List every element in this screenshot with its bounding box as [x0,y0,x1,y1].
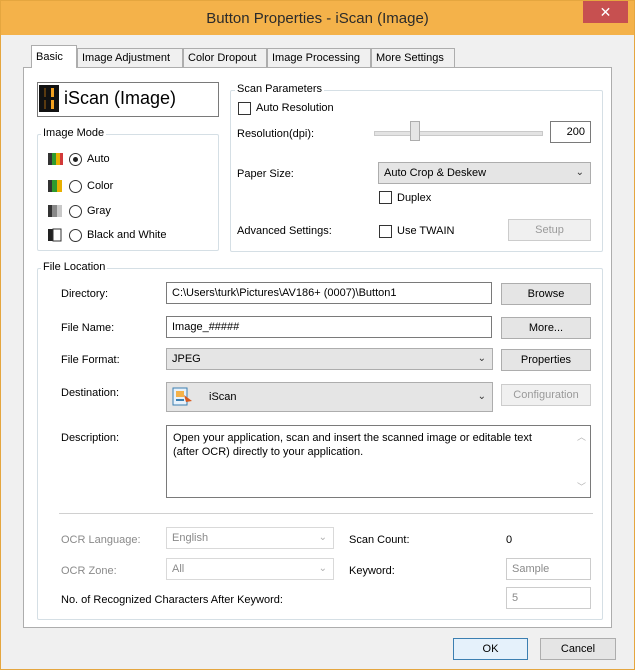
color-mode-icon [48,179,64,196]
destination-select[interactable]: iScan ⌄ [166,382,493,412]
bw-mode-icon [48,228,64,245]
button-name-label: iScan (Image) [64,88,177,108]
file-location-group-label: File Location [41,261,108,273]
keyword-label: Keyword: [349,565,395,577]
image-mode-group-label: Image Mode [41,127,107,139]
file-name-label: File Name: [61,322,115,334]
properties-button[interactable]: Properties [501,349,591,371]
image-mode-gray-label: Gray [87,205,111,217]
cancel-button[interactable]: Cancel [540,638,616,660]
configuration-button[interactable]: Configuration [501,384,591,406]
resolution-label: Resolution(dpi): [237,128,315,140]
tab-more-settings[interactable]: More Settings [371,48,455,67]
browse-button[interactable]: Browse [501,283,591,305]
recognized-characters-input[interactable]: 5 [506,587,591,609]
image-mode-color-radio[interactable] [69,180,82,193]
chevron-down-icon: ⌄ [575,167,584,178]
auto-resolution-label: Auto Resolution [256,102,334,114]
chevron-down-icon: ⌄ [318,563,327,574]
paper-size-label: Paper Size: [237,168,294,180]
file-format-select[interactable]: JPEG ⌄ [166,348,493,370]
window-title: Button Properties - iScan (Image) [206,10,429,27]
destination-label: Destination: [61,387,120,399]
duplex-checkbox[interactable] [379,191,392,204]
recognized-characters-label: No. of Recognized Characters After Keywo… [61,594,283,606]
image-mode-gray-radio[interactable] [69,205,82,218]
chevron-down-icon: ⌄ [477,353,486,364]
ocr-zone-label: OCR Zone: [61,565,117,577]
description-textarea[interactable]: Open your application, scan and insert t… [166,425,591,498]
image-mode-bw-label: Black and White [87,229,167,241]
description-label: Description: [61,432,120,444]
tab-basic[interactable]: Basic [31,45,77,68]
file-format-label: File Format: [61,354,120,366]
auto-resolution-checkbox[interactable] [238,102,251,115]
image-mode-auto-label: Auto [87,153,110,165]
advanced-settings-label: Advanced Settings: [237,225,332,237]
description-scrollbar[interactable]: ︿ ﹀ [573,426,590,497]
use-twain-label: Use TWAIN [397,225,455,237]
tab-color-dropout[interactable]: Color Dropout [183,48,267,67]
close-button[interactable]: ✕ [583,1,628,23]
ok-button[interactable]: OK [453,638,528,660]
chevron-down-icon: ⌄ [318,532,327,543]
duplex-label: Duplex [397,192,432,204]
ocr-zone-select[interactable]: All ⌄ [166,558,334,580]
paper-size-select[interactable]: Auto Crop & Deskew ⌄ [378,162,591,184]
scroll-up-icon[interactable]: ︿ [577,430,586,443]
destination-value: iScan [209,391,237,403]
ocr-language-select[interactable]: English ⌄ [166,527,334,549]
scroll-down-icon[interactable]: ﹀ [577,480,586,493]
digit-display-icon [39,85,59,112]
chevron-down-icon: ⌄ [477,391,486,402]
image-mode-color-label: Color [87,180,114,192]
ocr-language-label: OCR Language: [61,534,141,546]
dialog-window: Button Properties - iScan (Image) ✕ Basi… [0,0,635,670]
more-button[interactable]: More... [501,317,591,339]
button-name-field[interactable]: iScan (Image) [37,82,219,117]
scan-parameters-group-label: Scan Parameters [235,83,324,95]
scan-count-label: Scan Count: [349,534,410,546]
directory-label: Directory: [61,288,109,300]
title-bar[interactable]: Button Properties - iScan (Image) ✕ [1,1,634,35]
scan-count-value: 0 [506,534,513,546]
ocr-zone-value: All [172,563,185,575]
iscan-icon [172,387,194,418]
file-name-input[interactable]: Image_##### [166,316,492,338]
ocr-separator [59,513,593,514]
description-text: Open your application, scan and insert t… [173,432,532,458]
file-format-value: JPEG [172,353,201,365]
tab-image-processing[interactable]: Image Processing [267,48,371,67]
use-twain-checkbox[interactable] [379,225,392,238]
resolution-slider-thumb[interactable] [410,121,420,141]
resolution-input[interactable]: 200 [550,121,591,143]
resolution-slider-track[interactable] [374,131,543,136]
keyword-input[interactable]: Sample [506,558,591,580]
paper-size-value: Auto Crop & Deskew [384,167,487,179]
ocr-language-value: English [172,532,209,544]
gray-mode-icon [48,204,64,221]
basic-tab-panel: iScan (Image) Image Mode Auto Color Gray… [23,67,612,628]
tab-image-adjustment[interactable]: Image Adjustment [77,48,183,67]
auto-color-icon [48,152,64,169]
setup-button[interactable]: Setup [508,219,591,241]
image-mode-bw-radio[interactable] [69,229,82,242]
image-mode-auto-radio[interactable] [69,153,82,166]
directory-input[interactable]: C:\Users\turk\Pictures\AV186+ (0007)\But… [166,282,492,304]
